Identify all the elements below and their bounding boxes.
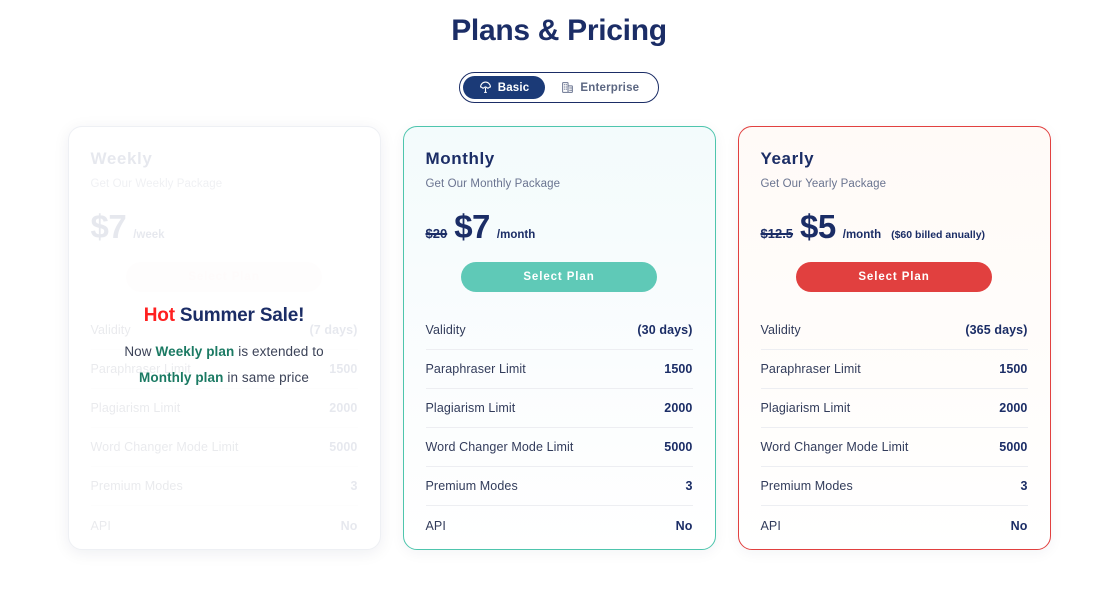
feature-row: Validity (7 days) [90, 311, 358, 350]
price-billing-note: ($60 billed anually) [891, 229, 986, 241]
feature-value: 1500 [329, 362, 358, 376]
feature-row: Validity (365 days) [760, 311, 1028, 350]
plan-subtitle: Get Our Weekly Package [90, 178, 223, 190]
feature-row: Word Changer Mode Limit 5000 [760, 428, 1028, 467]
price-period: /month [842, 229, 882, 241]
feature-list-monthly: Validity (30 days) Paraphraser Limit 150… [425, 311, 693, 545]
feature-row: Plagiarism Limit 2000 [760, 389, 1028, 428]
feature-label: Validity [760, 323, 801, 337]
plan-subtitle: Get Our Yearly Package [760, 178, 887, 190]
feature-value: 2000 [329, 401, 358, 415]
feature-label: Word Changer Mode Limit [90, 440, 239, 454]
feature-label: API [90, 518, 111, 533]
pricing-cards: Weekly Get Our Weekly Package $7 /week S… [0, 126, 1118, 550]
feature-row: API No [426, 506, 693, 545]
feature-label: Word Changer Mode Limit [760, 440, 909, 454]
weekly-card-content: Weekly Get Our Weekly Package $7 /week S… [90, 149, 358, 545]
feature-row: Paraphraser Limit 1500 [90, 350, 358, 389]
plan-type-toggle-container: Basic Enterprise [0, 72, 1118, 103]
feature-row: Paraphraser Limit 1500 [760, 350, 1028, 389]
feature-row: Paraphraser Limit 1500 [425, 350, 693, 389]
price-amount: $5 [800, 208, 836, 245]
feature-value: No [340, 518, 358, 533]
feature-value: 5000 [999, 440, 1028, 454]
price-original: $12.5 [760, 226, 794, 241]
feature-row: API No [761, 506, 1028, 545]
feature-label: Validity [90, 323, 131, 337]
feature-row: API No [91, 506, 358, 545]
feature-value: 1500 [664, 362, 693, 376]
feature-value: 1500 [999, 362, 1028, 376]
parachute-icon [479, 81, 492, 94]
feature-list-weekly: Validity (7 days) Paraphraser Limit 1500… [90, 311, 358, 545]
feature-label: Paraphraser Limit [760, 362, 861, 376]
feature-list-yearly: Validity (365 days) Paraphraser Limit 15… [760, 311, 1028, 545]
select-plan-button-yearly[interactable]: Select Plan [796, 262, 992, 292]
select-plan-button-weekly[interactable]: Select Plan [126, 262, 322, 292]
pricing-card-monthly[interactable]: Monthly Get Our Monthly Package $20 $7 /… [402, 126, 716, 550]
feature-value: 2000 [664, 401, 693, 415]
feature-value: No [675, 518, 693, 533]
feature-value: No [1010, 518, 1028, 533]
feature-label: API [760, 518, 781, 533]
page-title: Plans & Pricing [451, 14, 667, 47]
feature-value: 5000 [664, 440, 693, 454]
feature-value: 2000 [999, 401, 1028, 415]
feature-value: 3 [1020, 479, 1028, 493]
feature-row: Word Changer Mode Limit 5000 [90, 428, 358, 467]
select-plan-button-monthly[interactable]: Select Plan [461, 262, 657, 292]
feature-label: Plagiarism Limit [90, 401, 181, 415]
feature-value: 5000 [329, 440, 358, 454]
price-row: $12.5 $5 /month ($60 billed anually) [761, 208, 1028, 246]
pricing-page: Plans & Pricing Basic Enterprise Weekly … [0, 0, 1118, 550]
toggle-option-enterprise-label: Enterprise [580, 81, 640, 94]
feature-label: Premium Modes [90, 479, 183, 493]
plan-subtitle: Get Our Monthly Package [425, 178, 561, 190]
price-row: $20 $7 /month [426, 208, 693, 246]
feature-row: Premium Modes 3 [425, 467, 693, 506]
feature-value: (7 days) [309, 323, 358, 337]
feature-label: Premium Modes [760, 479, 853, 493]
feature-row: Plagiarism Limit 2000 [425, 389, 693, 428]
building-icon [561, 81, 574, 94]
pricing-card-yearly[interactable]: Yearly Get Our Yearly Package $12.5 $5 /… [737, 126, 1051, 550]
price-original: $20 [425, 226, 448, 241]
price-amount: $7 [454, 208, 490, 245]
feature-row: Premium Modes 3 [90, 467, 358, 506]
feature-label: Premium Modes [425, 479, 518, 493]
feature-row: Plagiarism Limit 2000 [90, 389, 358, 428]
feature-label: Validity [425, 323, 466, 337]
plan-type-toggle[interactable]: Basic Enterprise [458, 72, 660, 103]
feature-value: 3 [350, 479, 358, 493]
feature-row: Word Changer Mode Limit 5000 [425, 428, 693, 467]
feature-label: Paraphraser Limit [90, 362, 191, 376]
feature-value: (30 days) [637, 323, 693, 337]
price-period: /week [133, 229, 165, 241]
feature-row: Validity (30 days) [425, 311, 693, 350]
feature-row: Premium Modes 3 [760, 467, 1028, 506]
feature-label: API [425, 518, 446, 533]
plan-name: Monthly [425, 149, 495, 168]
feature-label: Plagiarism Limit [760, 401, 851, 415]
plan-name: Weekly [90, 149, 153, 168]
toggle-option-basic[interactable]: Basic [462, 76, 546, 99]
toggle-option-basic-label: Basic [497, 81, 530, 94]
feature-value: 3 [685, 479, 693, 493]
toggle-option-enterprise[interactable]: Enterprise [545, 76, 655, 99]
price-row: $7 /week [91, 208, 358, 246]
price-period: /month [496, 229, 536, 241]
feature-label: Word Changer Mode Limit [425, 440, 574, 454]
plan-name: Yearly [760, 149, 815, 168]
feature-label: Paraphraser Limit [425, 362, 526, 376]
price-amount: $7 [90, 208, 127, 245]
feature-value: (365 days) [965, 323, 1028, 337]
pricing-card-weekly[interactable]: Weekly Get Our Weekly Package $7 /week S… [67, 126, 381, 550]
feature-label: Plagiarism Limit [425, 401, 516, 415]
